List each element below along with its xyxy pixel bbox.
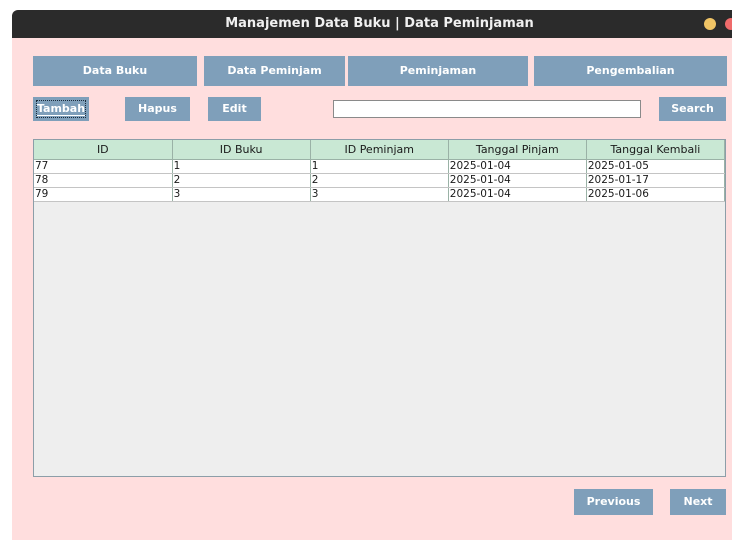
nav-data-peminjam-button[interactable]: Data Peminjam: [204, 56, 345, 86]
close-button[interactable]: [725, 18, 732, 30]
search-input[interactable]: [333, 100, 641, 118]
table-row[interactable]: 78 2 2 2025-01-04 2025-01-17: [34, 173, 726, 188]
cell-id-buku[interactable]: 1: [172, 159, 311, 174]
cell-tanggal-pinjam[interactable]: 2025-01-04: [448, 159, 587, 174]
cell-id-peminjam[interactable]: 3: [310, 187, 449, 202]
cell-id[interactable]: 78: [34, 173, 173, 188]
title-bar[interactable]: Manajemen Data Buku | Data Peminjaman: [12, 10, 732, 38]
edit-button[interactable]: Edit: [208, 97, 261, 121]
cell-id-buku[interactable]: 3: [172, 187, 311, 202]
cell-id-peminjam[interactable]: 2: [310, 173, 449, 188]
cell-id[interactable]: 77: [34, 159, 173, 174]
table-row[interactable]: 77 1 1 2025-01-04 2025-01-05: [34, 159, 726, 174]
next-button[interactable]: Next: [670, 489, 726, 515]
table-header-row: ID ID Buku ID Peminjam Tanggal Pinjam Ta…: [34, 140, 726, 160]
cell-id-peminjam[interactable]: 1: [310, 159, 449, 174]
cell-tanggal-kembali[interactable]: 2025-01-05: [586, 159, 726, 174]
cell-tanggal-pinjam[interactable]: 2025-01-04: [448, 187, 587, 202]
column-header-id-buku[interactable]: ID Buku: [172, 140, 311, 160]
app-window: Manajemen Data Buku | Data Peminjaman Da…: [12, 10, 732, 540]
tambah-button[interactable]: Tambah: [33, 97, 89, 121]
nav-pengembalian-button[interactable]: Pengembalian: [534, 56, 727, 86]
cell-tanggal-kembali[interactable]: 2025-01-17: [586, 173, 726, 188]
cell-tanggal-pinjam[interactable]: 2025-01-04: [448, 173, 587, 188]
window-title: Manajemen Data Buku | Data Peminjaman: [225, 16, 534, 31]
nav-peminjaman-button[interactable]: Peminjaman: [348, 56, 528, 86]
data-table[interactable]: ID ID Buku ID Peminjam Tanggal Pinjam Ta…: [33, 139, 726, 477]
column-header-id-peminjam[interactable]: ID Peminjam: [310, 140, 449, 160]
previous-button[interactable]: Previous: [574, 489, 653, 515]
cell-id[interactable]: 79: [34, 187, 173, 202]
column-header-tanggal-kembali[interactable]: Tanggal Kembali: [586, 140, 726, 160]
cell-tanggal-kembali[interactable]: 2025-01-06: [586, 187, 726, 202]
table-row[interactable]: 79 3 3 2025-01-04 2025-01-06: [34, 187, 726, 202]
column-header-tanggal-pinjam[interactable]: Tanggal Pinjam: [448, 140, 587, 160]
tambah-label: Tambah: [36, 102, 86, 116]
cell-id-buku[interactable]: 2: [172, 173, 311, 188]
hapus-button[interactable]: Hapus: [125, 97, 190, 121]
column-header-id[interactable]: ID: [34, 140, 173, 160]
nav-data-buku-button[interactable]: Data Buku: [33, 56, 197, 86]
minimize-button[interactable]: [704, 18, 716, 30]
search-button[interactable]: Search: [659, 97, 726, 121]
